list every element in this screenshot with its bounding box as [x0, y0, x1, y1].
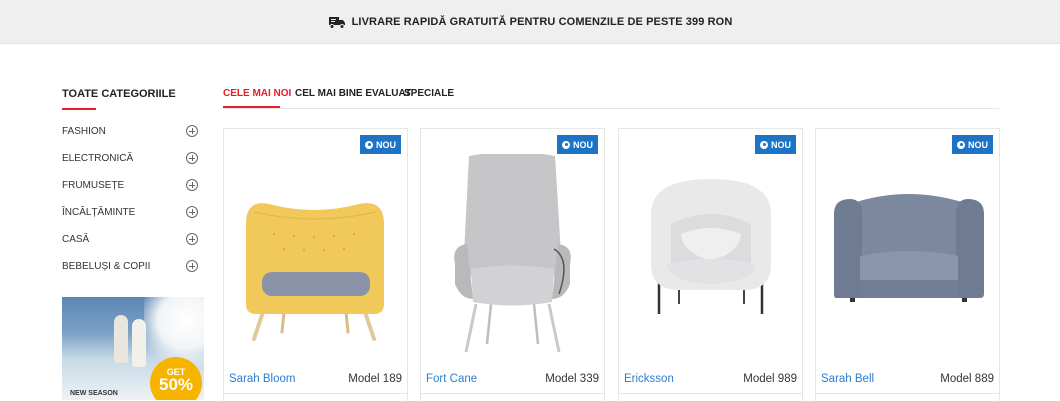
badge-gear-icon — [562, 140, 570, 149]
new-badge: NOU — [755, 135, 796, 154]
promo-season-text: NEW SEASON — [70, 390, 118, 397]
category-label: CASĂ — [62, 233, 90, 245]
plus-circle-icon[interactable] — [186, 206, 198, 218]
plus-circle-icon[interactable] — [186, 152, 198, 164]
category-label: BEBELUȘI & COPII — [62, 260, 151, 272]
plus-circle-icon[interactable] — [186, 233, 198, 245]
new-badge: NOU — [360, 135, 401, 154]
category-footwear[interactable]: ÎNCĂLȚĂMINTE — [62, 203, 198, 221]
product-model: Model 989 — [743, 373, 797, 385]
category-beauty[interactable]: FRUMUSEȚE — [62, 176, 198, 194]
badge-gear-icon — [957, 140, 965, 149]
product-card-sarah-bell[interactable]: NOU Sarah Bell Model 889 — [815, 128, 1000, 401]
promo-discount-text: 50% — [158, 375, 194, 394]
card-divider — [815, 393, 1000, 394]
card-divider — [618, 393, 803, 394]
plus-circle-icon[interactable] — [186, 125, 198, 137]
badge-gear-icon — [365, 140, 373, 149]
category-baby-kids[interactable]: BEBELUȘI & COPII — [62, 257, 198, 275]
new-badge: NOU — [952, 135, 993, 154]
promo-person-graphic — [114, 315, 128, 363]
category-label: ÎNCĂLȚĂMINTE — [62, 206, 136, 218]
category-label: FASHION — [62, 125, 106, 137]
product-model: Model 889 — [940, 373, 994, 385]
product-name-link[interactable]: Fort Cane — [426, 373, 477, 385]
category-home[interactable]: CASĂ — [62, 230, 198, 248]
free-shipping-text: LIVRARE RAPIDĂ GRATUITĂ PENTRU COMENZILE… — [351, 15, 733, 28]
active-tab-indicator — [223, 106, 280, 108]
product-image[interactable] — [816, 154, 999, 364]
tabs-divider — [223, 108, 999, 109]
card-divider — [420, 393, 605, 394]
product-card-ericksson[interactable]: NOU Ericksson Model 989 — [618, 128, 803, 401]
category-label: ELECTRONICĂ — [62, 152, 134, 164]
tab-newest[interactable]: CELE MAI NOI — [223, 88, 291, 99]
product-name-link[interactable]: Ericksson — [624, 373, 674, 385]
product-name-link[interactable]: Sarah Bell — [821, 373, 874, 385]
product-model: Model 189 — [348, 373, 402, 385]
category-electronics[interactable]: ELECTRONICĂ — [62, 149, 198, 167]
product-name-link[interactable]: Sarah Bloom — [229, 373, 295, 385]
product-image[interactable] — [224, 154, 407, 364]
card-divider — [223, 393, 408, 394]
product-card-sarah-bloom[interactable]: NOU Sarah Bloom Model 189 — [223, 128, 408, 401]
badge-gear-icon — [760, 140, 768, 149]
promo-banner[interactable]: NEW SEASON GET 50% — [62, 297, 204, 400]
free-shipping-bar: LIVRARE RAPIDĂ GRATUITĂ PENTRU COMENZILE… — [0, 0, 1060, 44]
new-badge: NOU — [557, 135, 598, 154]
categories-title: TOATE CATEGORIILE — [62, 88, 176, 100]
truck-icon — [328, 16, 345, 29]
tab-specials[interactable]: SPECIALE — [404, 88, 454, 99]
promo-person-graphic — [132, 319, 146, 367]
plus-circle-icon[interactable] — [186, 260, 198, 272]
product-card-fort-cane[interactable]: NOU Fort Cane Model 339 — [420, 128, 605, 401]
product-image[interactable] — [619, 154, 802, 364]
category-label: FRUMUSEȚE — [62, 179, 125, 191]
product-image[interactable] — [421, 154, 604, 364]
product-model: Model 339 — [545, 373, 599, 385]
plus-circle-icon[interactable] — [186, 179, 198, 191]
categories-title-underline — [62, 108, 96, 110]
tab-top-rated[interactable]: CEL MAI BINE EVALUAT — [295, 88, 411, 99]
promo-discount-badge: GET 50% — [150, 357, 202, 400]
category-fashion[interactable]: FASHION — [62, 122, 198, 140]
